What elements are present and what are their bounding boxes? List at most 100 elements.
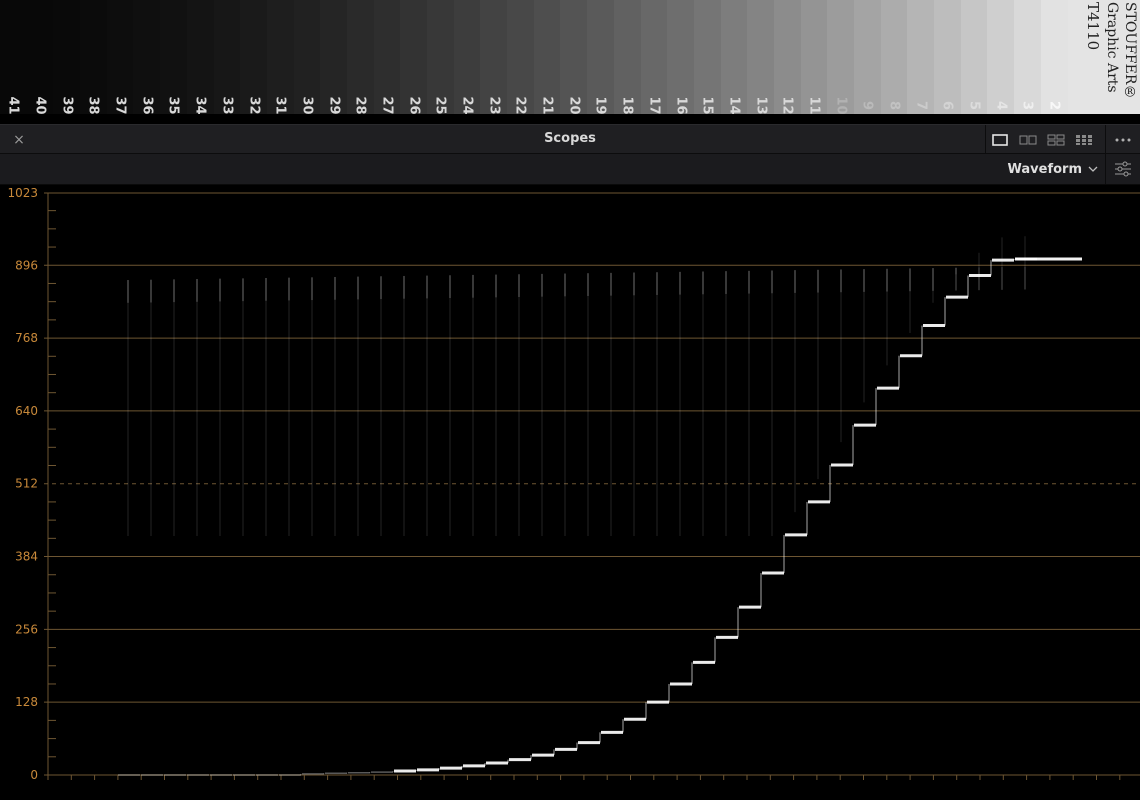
wedge-step-number: 41 bbox=[5, 96, 21, 114]
dual-view-icon[interactable] bbox=[1014, 125, 1042, 154]
wedge-step-number: 8 bbox=[886, 100, 902, 111]
wedge-step-number: 19 bbox=[592, 96, 608, 114]
wedge-step-number: 10 bbox=[833, 96, 849, 114]
more-options-icon[interactable] bbox=[1105, 125, 1140, 154]
y-tick-label: 0 bbox=[30, 768, 38, 782]
wedge-step-number: 36 bbox=[139, 96, 155, 114]
layout-selector bbox=[985, 125, 1106, 154]
wedge-step: 15 bbox=[693, 0, 721, 114]
scope-toolbar: Waveform bbox=[0, 154, 1140, 185]
wedge-step-number: 17 bbox=[646, 96, 662, 114]
wedge-step: 29 bbox=[320, 0, 347, 114]
wedge-step: 5 bbox=[960, 0, 988, 114]
wedge-step: 33 bbox=[213, 0, 241, 114]
waveform-plot: 1023 896 768 640 512 384 256 128 0 bbox=[7, 186, 1140, 782]
logo-text: STOUFFER® bbox=[1122, 2, 1138, 101]
wedge-step-number: 40 bbox=[32, 96, 48, 114]
y-tick-label: 768 bbox=[15, 331, 38, 345]
wedge-step: 25 bbox=[427, 0, 454, 114]
wedge-step-number: 26 bbox=[406, 96, 422, 114]
wedge-step: 38 bbox=[80, 0, 107, 114]
wedge-step: 28 bbox=[346, 0, 374, 114]
step-wedge-strip: 41 40 39 38 37 36 35 34 33 32 31 30 29 28 27 26 25 24 23 22… bbox=[0, 0, 1140, 114]
wedge-step: 37 bbox=[106, 0, 134, 114]
wedge-step: 40 bbox=[26, 0, 54, 114]
wedge-step-number: 33 bbox=[219, 96, 235, 114]
wedge-step: 16 bbox=[667, 0, 694, 114]
wedge-step: 39 bbox=[53, 0, 81, 114]
wedge-step-number: 24 bbox=[459, 96, 475, 114]
scopes-panel-header: × Scopes bbox=[0, 124, 1140, 154]
wedge-step-number: 11 bbox=[806, 96, 822, 114]
y-tick-label: 256 bbox=[15, 622, 38, 636]
scope-type-dropdown[interactable]: Waveform bbox=[1008, 158, 1102, 180]
wedge-step: 7 bbox=[907, 0, 935, 114]
y-tick-label: 896 bbox=[15, 258, 38, 272]
wedge-step: 13 bbox=[747, 0, 774, 114]
wedge-step-number: 28 bbox=[352, 96, 368, 114]
stouffer-logo: STOUFFER® Graphic Arts T4110 bbox=[1068, 0, 1140, 114]
logo-text: T4110 bbox=[1084, 2, 1102, 51]
wedge-step-number: 25 bbox=[432, 96, 448, 114]
chevron-down-icon bbox=[1088, 166, 1098, 172]
wedge-step-number: 9 bbox=[859, 100, 875, 111]
wedge-step: 2 bbox=[1040, 0, 1068, 114]
wedge-step-number: 6 bbox=[939, 100, 955, 111]
wedge-step-number: 7 bbox=[913, 100, 929, 111]
wedge-step-number: 4 bbox=[993, 100, 1009, 111]
wedge-step-number: 37 bbox=[112, 96, 128, 114]
grid-view-icon[interactable] bbox=[1070, 125, 1098, 154]
wedge-step-number: 14 bbox=[726, 96, 742, 114]
wedge-step: 3 bbox=[1014, 0, 1041, 114]
waveform-scope: 1023 896 768 640 512 384 256 128 0 bbox=[0, 185, 1140, 796]
wedge-step: 10 bbox=[827, 0, 854, 114]
wedge-step-number: 23 bbox=[486, 96, 502, 114]
wedge-step-number: 15 bbox=[699, 96, 715, 114]
y-tick-label: 128 bbox=[15, 695, 38, 709]
wedge-step-number: 21 bbox=[539, 96, 555, 114]
y-tick-label: 384 bbox=[15, 550, 38, 564]
quad-view-icon[interactable] bbox=[1042, 125, 1070, 154]
wedge-step: 23 bbox=[480, 0, 508, 114]
wedge-step: 20 bbox=[560, 0, 588, 114]
wedge-step-number: 32 bbox=[246, 96, 262, 114]
wedge-step: 31 bbox=[266, 0, 294, 114]
y-tick-label: 640 bbox=[15, 404, 38, 418]
panel-title: Scopes bbox=[544, 131, 596, 146]
wedge-step-number: 30 bbox=[299, 96, 315, 114]
wedge-step: 21 bbox=[533, 0, 561, 114]
close-icon[interactable]: × bbox=[10, 131, 28, 149]
wedge-step: 34 bbox=[186, 0, 214, 114]
wedge-step-number: 38 bbox=[85, 96, 101, 114]
logo-text: Graphic Arts bbox=[1104, 2, 1120, 93]
wedge-step-number: 3 bbox=[1019, 100, 1035, 111]
wedge-step: 22 bbox=[507, 0, 534, 114]
wedge-step: 4 bbox=[987, 0, 1015, 114]
wedge-step: 26 bbox=[400, 0, 427, 114]
wedge-step-number: 5 bbox=[966, 100, 982, 111]
scope-type-label: Waveform bbox=[1007, 161, 1082, 177]
wedge-step: 41 bbox=[0, 0, 27, 114]
wedge-step-number: 29 bbox=[326, 96, 342, 114]
single-view-icon[interactable] bbox=[986, 125, 1014, 154]
wedge-step-number: 16 bbox=[673, 96, 689, 114]
wedge-step-number: 35 bbox=[165, 96, 181, 114]
wedge-step-number: 31 bbox=[272, 96, 288, 114]
y-tick-label: 1023 bbox=[7, 186, 38, 200]
wedge-step-number: 18 bbox=[619, 96, 635, 114]
wedge-step: 11 bbox=[800, 0, 828, 114]
wedge-step-number: 22 bbox=[512, 96, 528, 114]
wedge-step: 36 bbox=[133, 0, 161, 114]
wedge-step-number: 34 bbox=[192, 96, 208, 114]
scope-settings-icon[interactable] bbox=[1105, 154, 1140, 184]
wedge-step: 12 bbox=[773, 0, 801, 114]
wedge-step: 8 bbox=[880, 0, 908, 114]
wedge-step: 27 bbox=[373, 0, 401, 114]
y-tick-label: 512 bbox=[15, 477, 38, 491]
wedge-step: 14 bbox=[720, 0, 748, 114]
wedge-step-number: 27 bbox=[379, 96, 395, 114]
wedge-step: 17 bbox=[640, 0, 668, 114]
wedge-step: 35 bbox=[160, 0, 187, 114]
wedge-step: 9 bbox=[854, 0, 881, 114]
wedge-step-number: 13 bbox=[753, 96, 769, 114]
